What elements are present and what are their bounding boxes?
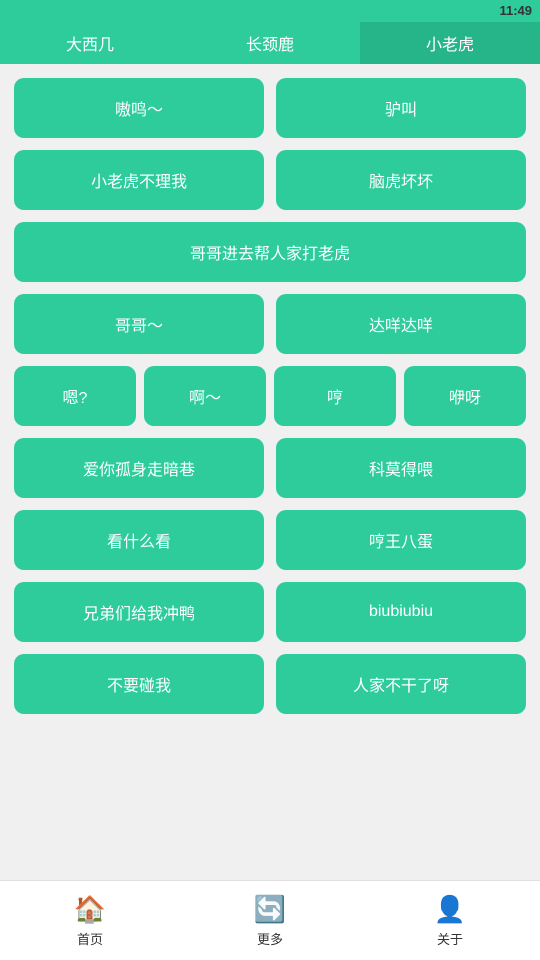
about-icon: 👤 — [434, 894, 466, 925]
btn-gege-dahu[interactable]: 哥哥进去帮人家打老虎 — [14, 222, 526, 282]
btn-row-9: 不要碰我 人家不干了呀 — [14, 654, 526, 714]
btn-en[interactable]: 嗯? — [14, 366, 136, 426]
top-tab-bar: 大西几 长颈鹿 小老虎 — [0, 22, 540, 64]
btn-row-1: 嗷鸣～ 驴叫 — [14, 78, 526, 138]
nav-about[interactable]: 👤 关于 — [360, 881, 540, 960]
btn-row-6: 爱你孤身走暗巷 科莫得喂 — [14, 438, 526, 498]
btn-row-7: 看什么看 哼王八蛋 — [14, 510, 526, 570]
btn-xiongdi-chong[interactable]: 兄弟们给我冲鸭 — [14, 582, 264, 642]
btn-renjia-buganya[interactable]: 人家不干了呀 — [276, 654, 526, 714]
btn-aoming[interactable]: 嗷鸣～ — [14, 78, 264, 138]
main-content: 嗷鸣～ 驴叫 小老虎不理我 脑虎坏坏 哥哥进去帮人家打老虎 哥哥～ 达咩达咩 嗯… — [0, 64, 540, 880]
btn-row-2: 小老虎不理我 脑虎坏坏 — [14, 150, 526, 210]
home-icon: 🏠 — [74, 894, 106, 925]
btn-biubiu[interactable]: biubiubiu — [276, 582, 526, 642]
btn-kansheme[interactable]: 看什么看 — [14, 510, 264, 570]
tab-xiaohu[interactable]: 小老虎 — [360, 22, 540, 64]
btn-lvjiao[interactable]: 驴叫 — [276, 78, 526, 138]
btn-gege[interactable]: 哥哥～ — [14, 294, 264, 354]
btn-yiya[interactable]: 咿呀 — [404, 366, 526, 426]
nav-about-label: 关于 — [437, 929, 463, 948]
nav-home-label: 首页 — [77, 929, 103, 948]
nav-home[interactable]: 🏠 首页 — [0, 881, 180, 960]
tab-daxiji[interactable]: 大西几 — [0, 22, 180, 64]
bottom-nav: 🏠 首页 🔄 更多 👤 关于 — [0, 880, 540, 960]
tab-changjinglu[interactable]: 长颈鹿 — [180, 22, 360, 64]
more-icon: 🔄 — [254, 894, 286, 925]
nav-more-label: 更多 — [257, 929, 283, 948]
status-time: 11:49 — [499, 0, 532, 22]
btn-row-3: 哥哥进去帮人家打老虎 — [14, 222, 526, 282]
btn-aini-gusha[interactable]: 爱你孤身走暗巷 — [14, 438, 264, 498]
btn-xiaohu-buli[interactable]: 小老虎不理我 — [14, 150, 264, 210]
btn-heng-wangbadan[interactable]: 哼王八蛋 — [276, 510, 526, 570]
btn-heng[interactable]: 哼 — [274, 366, 396, 426]
nav-more[interactable]: 🔄 更多 — [180, 881, 360, 960]
btn-row-8: 兄弟们给我冲鸭 biubiubiu — [14, 582, 526, 642]
btn-row-5: 嗯? 啊～ 哼 咿呀 — [14, 366, 526, 426]
btn-buyao-peng[interactable]: 不要碰我 — [14, 654, 264, 714]
btn-naohubai[interactable]: 脑虎坏坏 — [276, 150, 526, 210]
btn-kemode[interactable]: 科莫得喂 — [276, 438, 526, 498]
btn-a[interactable]: 啊～ — [144, 366, 266, 426]
btn-damie[interactable]: 达咩达咩 — [276, 294, 526, 354]
btn-row-4: 哥哥～ 达咩达咩 — [14, 294, 526, 354]
